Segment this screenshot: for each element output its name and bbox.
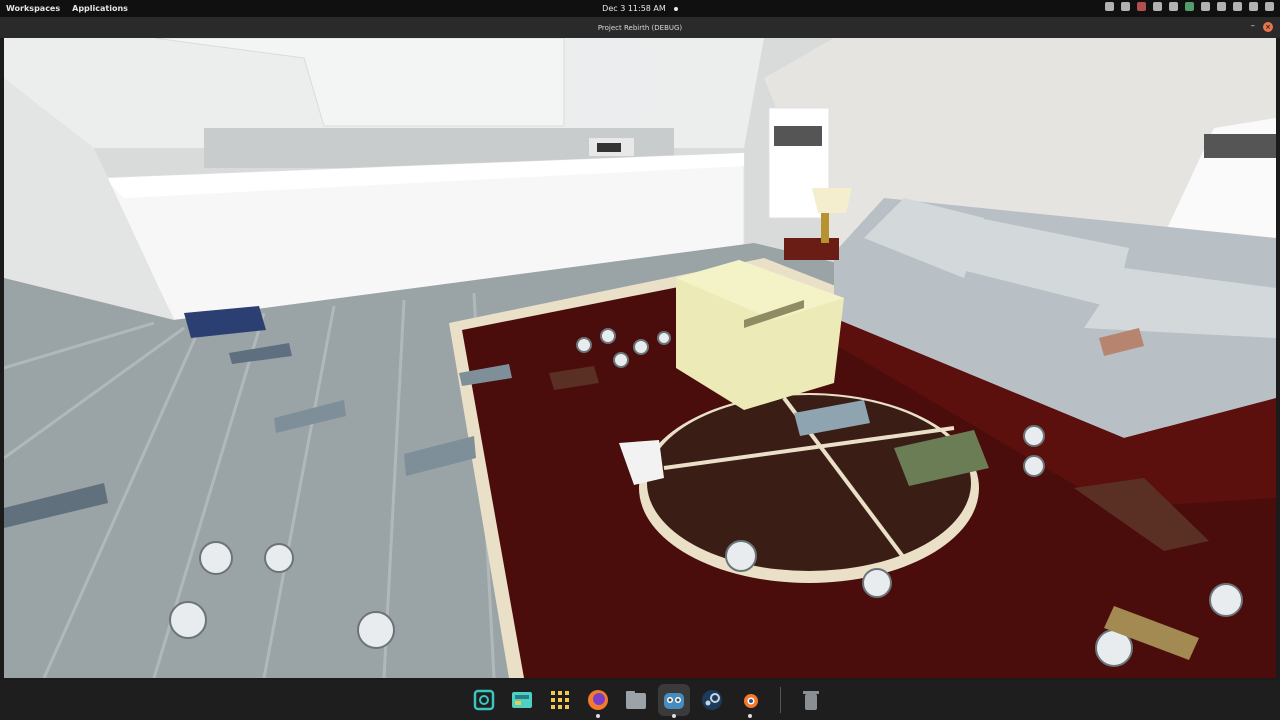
steam-tray-icon[interactable]	[1121, 2, 1130, 11]
network-icon[interactable]	[1233, 2, 1242, 11]
notification-dot-icon	[673, 6, 678, 11]
bluetooth-icon[interactable]	[1153, 2, 1162, 11]
game-scene	[4, 38, 1276, 678]
running-indicator-icon	[596, 714, 600, 718]
steam-icon[interactable]	[696, 684, 728, 716]
blender-icon[interactable]	[734, 684, 766, 718]
display-icon[interactable]	[1217, 2, 1226, 11]
app-grid-icon[interactable]	[544, 684, 576, 716]
volume-icon[interactable]	[1249, 2, 1258, 11]
running-indicator-icon	[748, 714, 752, 718]
minimize-button[interactable]: –	[1251, 21, 1256, 31]
record-icon[interactable]	[1137, 2, 1146, 11]
power-icon[interactable]	[1265, 2, 1274, 11]
window-right-pane	[1204, 134, 1276, 158]
workspaces-button[interactable]: Workspaces	[6, 4, 60, 13]
window-titlebar[interactable]: Project Rebirth (DEBUG) – ×	[0, 17, 1280, 38]
side-table	[784, 238, 839, 260]
discord-icon[interactable]	[1169, 2, 1178, 11]
close-button[interactable]: ×	[1263, 22, 1273, 32]
lamp-shade	[812, 188, 852, 213]
firefox-icon[interactable]	[582, 684, 614, 718]
window-left-pane	[774, 126, 822, 146]
top-bar: Workspaces Applications Dec 3 11:58 AM	[0, 0, 1280, 17]
clock-datetime[interactable]: Dec 3 11:58 AM	[602, 4, 666, 13]
godot-icon[interactable]	[658, 684, 690, 718]
dock	[0, 680, 1280, 720]
window-title: Project Rebirth (DEBUG)	[597, 23, 683, 32]
android-icon[interactable]	[1185, 2, 1194, 11]
game-viewport[interactable]	[4, 38, 1276, 678]
clipboard-icon[interactable]	[1201, 2, 1210, 11]
trash-icon[interactable]	[795, 684, 827, 716]
app-search-icon[interactable]	[468, 684, 500, 716]
system-tray	[1105, 2, 1274, 11]
upper-cabinet-right	[569, 38, 649, 123]
microwave-door	[597, 143, 621, 152]
keyboard-icon[interactable]	[1105, 2, 1114, 11]
desktop-icon[interactable]	[506, 684, 538, 716]
dock-separator	[780, 687, 781, 713]
applications-menu[interactable]: Applications	[72, 4, 128, 13]
dock-apps	[468, 684, 827, 718]
clock: Dec 3 11:58 AM	[0, 4, 1280, 13]
running-indicator-icon	[672, 714, 676, 718]
files-icon[interactable]	[620, 684, 652, 716]
